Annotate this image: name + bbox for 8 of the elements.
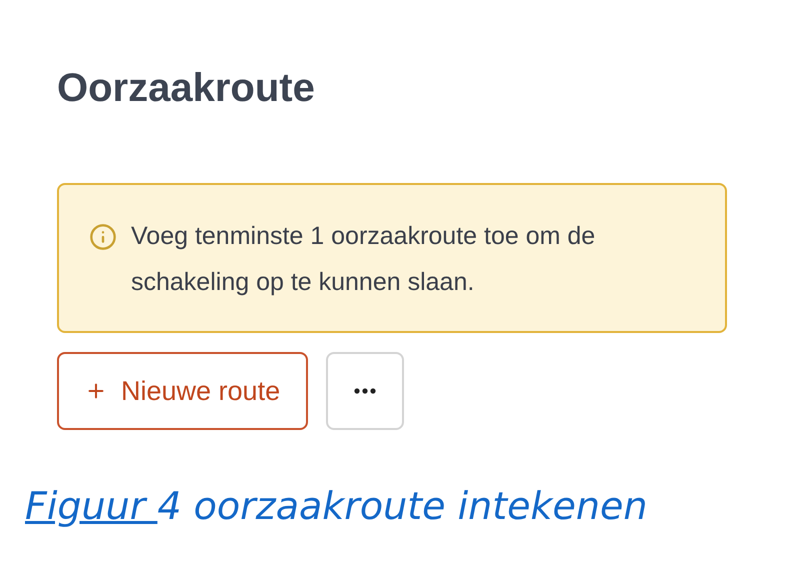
more-button[interactable] xyxy=(326,352,404,430)
figure-link[interactable]: Figuur xyxy=(25,484,158,528)
new-route-button[interactable]: Nieuwe route xyxy=(57,352,308,430)
info-icon xyxy=(89,223,117,251)
section-title: Oorzaakroute xyxy=(57,65,316,112)
more-icon xyxy=(354,388,376,394)
alert-message: Voeg tenminste 1 oorzaakroute toe om de schakeling op te kunnen slaan. xyxy=(131,221,596,298)
figure-caption: Figuur 4 oorzaakroute intekenen xyxy=(25,483,648,530)
